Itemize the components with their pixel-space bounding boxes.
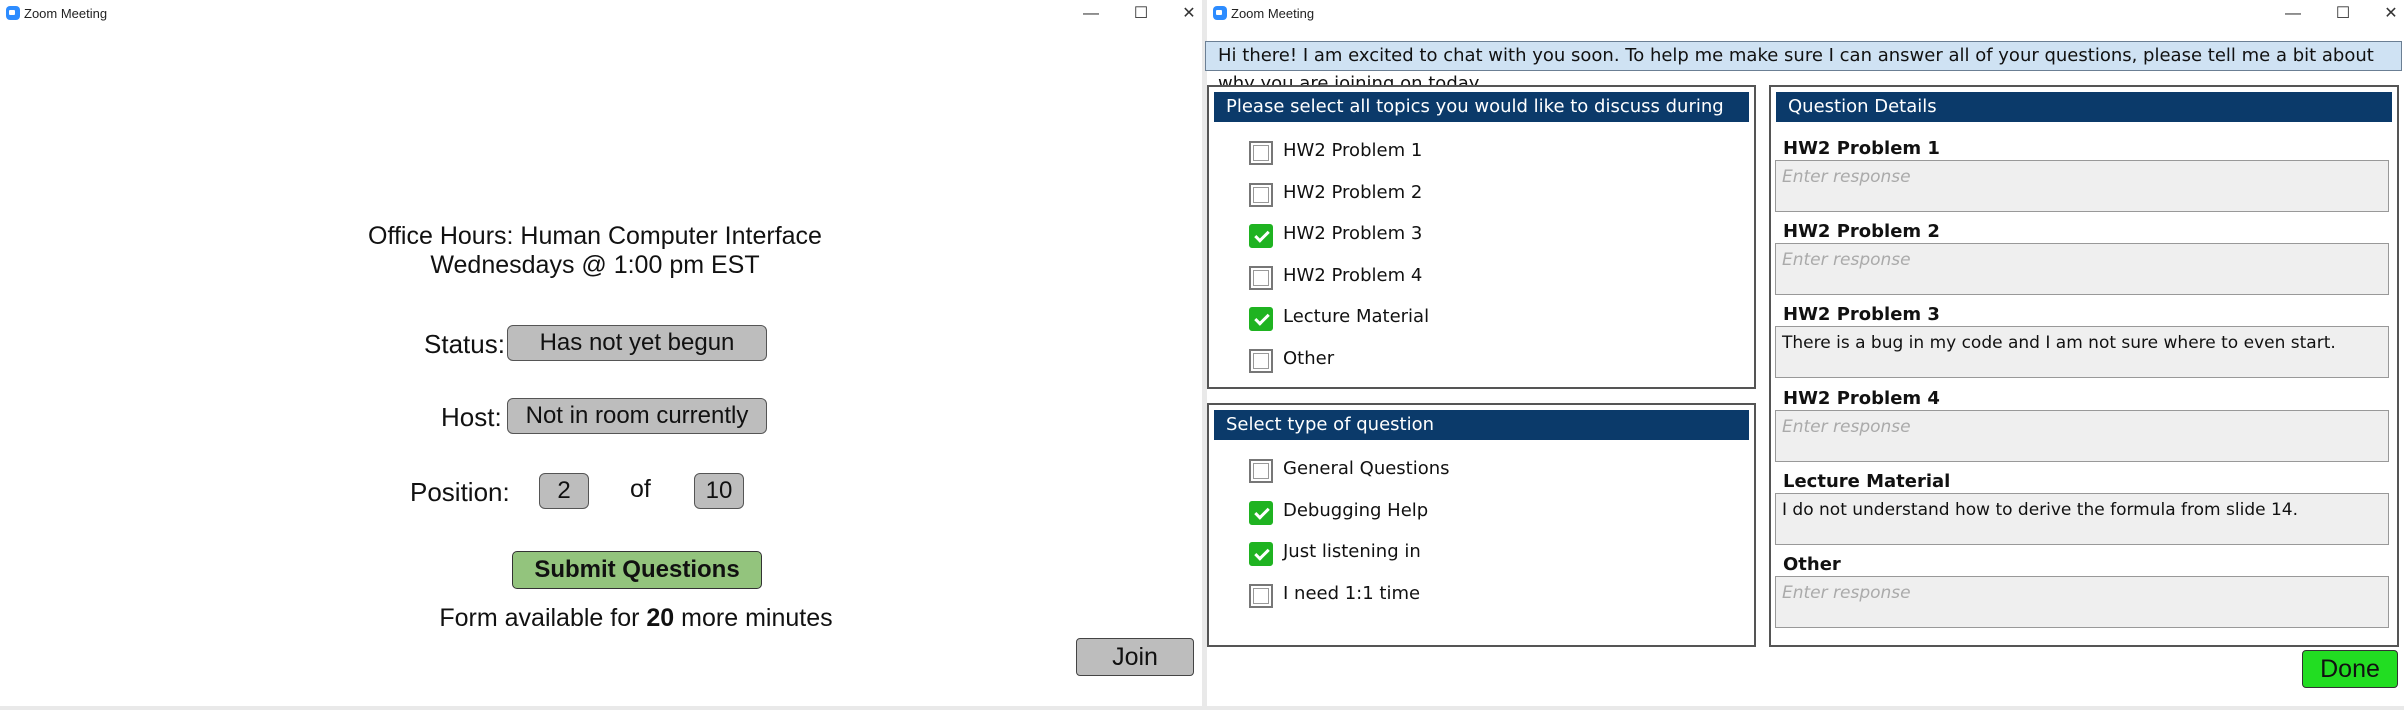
response-input-hw2-problem-2[interactable]: Enter response <box>1775 243 2389 296</box>
host-value: Not in room currently <box>507 398 767 434</box>
checkbox-label: I need 1:1 time <box>1283 582 1421 604</box>
title-bar: Zoom Meeting — ☐ ✕ <box>0 0 1202 28</box>
position-of-text: of <box>630 475 651 503</box>
checked-checkbox-icon[interactable] <box>1249 307 1273 332</box>
close-button[interactable]: ✕ <box>1176 2 1202 26</box>
detail-title-lecture-material: Lecture Material <box>1783 470 1951 492</box>
title-bar: Zoom Meeting — ☐ ✕ <box>1207 0 2404 28</box>
window-title: Zoom Meeting <box>1231 6 1315 21</box>
unchecked-checkbox-icon[interactable] <box>1249 141 1273 165</box>
question-details-panel-header: Question Details <box>1776 92 2392 122</box>
zoom-waiting-window: Zoom Meeting — ☐ ✕ Office Hours: Human C… <box>0 0 1202 706</box>
checkbox-label: Just listening in <box>1283 541 1421 563</box>
question-type-panel-header: Select type of question <box>1214 410 1749 440</box>
detail-title-hw2-problem-3: HW2 Problem 3 <box>1783 304 1940 326</box>
office-hours-schedule: Wednesdays @ 1:00 pm EST <box>430 251 760 279</box>
checkbox-label: HW2 Problem 3 <box>1283 223 1423 245</box>
unchecked-checkbox-icon[interactable] <box>1249 349 1273 373</box>
minimize-button[interactable]: — <box>2280 2 2306 26</box>
response-input-hw2-problem-3[interactable]: There is a bug in my code and I am not s… <box>1775 326 2389 379</box>
done-button[interactable]: Done <box>2302 650 2398 688</box>
question-type-panel: Select type of question General Question… <box>1207 403 1756 647</box>
status-value: Has not yet begun <box>507 325 767 361</box>
checkbox-label: Debugging Help <box>1283 499 1429 521</box>
topics-panel-header: Please select all topics you would like … <box>1214 92 1749 147</box>
welcome-banner: Hi there! I am excited to chat with you … <box>1205 41 2402 94</box>
checkbox-label: Other <box>1283 348 1335 369</box>
unchecked-checkbox-icon[interactable] <box>1249 182 1273 207</box>
position-label: Position: <box>410 477 510 507</box>
unchecked-checkbox-icon[interactable] <box>1249 265 1273 290</box>
checked-checkbox-icon[interactable] <box>1249 500 1273 525</box>
checkbox-label: Lecture Material <box>1283 306 1430 328</box>
unchecked-checkbox-icon[interactable] <box>1249 459 1273 483</box>
checkbox-label: HW2 Problem 4 <box>1283 264 1423 286</box>
detail-title-hw2-problem-2: HW2 Problem 2 <box>1783 221 1940 243</box>
maximize-button[interactable]: ☐ <box>2330 2 2356 26</box>
checkbox-label: General Questions <box>1283 458 1450 479</box>
checkbox-label: HW2 Problem 2 <box>1283 181 1423 203</box>
response-input-other[interactable]: Enter response <box>1775 576 2389 628</box>
form-availability-prefix: Form available for <box>439 604 640 632</box>
join-button[interactable]: Join <box>1076 638 1194 676</box>
queue-position: 2 <box>539 473 589 509</box>
form-minutes-remaining: 20 <box>646 604 675 632</box>
checked-checkbox-icon[interactable] <box>1249 224 1273 249</box>
detail-title-hw2-problem-1: HW2 Problem 1 <box>1783 138 1940 159</box>
form-availability-text: Form available for 20 more minutes <box>0 604 1272 633</box>
zoom-app-icon <box>1213 6 1227 20</box>
question-details-panel: Question Details HW2 Problem 1 Enter resp… <box>1769 85 2399 647</box>
form-availability-suffix: more minutes <box>681 604 833 632</box>
response-input-hw2-problem-1[interactable]: Enter response <box>1775 160 2389 212</box>
zoom-app-icon <box>6 6 20 20</box>
submit-questions-button[interactable]: Submit Questions <box>512 551 762 589</box>
office-hours-title: Office Hours: Human Computer Interface <box>368 222 822 250</box>
minimize-button[interactable]: — <box>1078 2 1104 26</box>
checkbox-label: HW2 Problem 1 <box>1283 140 1423 161</box>
queue-total: 10 <box>694 473 744 509</box>
checked-checkbox-icon[interactable] <box>1249 542 1273 567</box>
close-button[interactable]: ✕ <box>2378 2 2404 26</box>
detail-title-other: Other <box>1783 554 1841 575</box>
window-title: Zoom Meeting <box>24 6 108 21</box>
response-input-hw2-problem-4[interactable]: Enter response <box>1775 409 2389 462</box>
maximize-button[interactable]: ☐ <box>1128 2 1154 26</box>
detail-title-hw2-problem-4: HW2 Problem 4 <box>1783 387 1940 409</box>
status-label: Status: <box>424 329 505 359</box>
host-label: Host: <box>441 402 502 432</box>
unchecked-checkbox-icon[interactable] <box>1249 583 1273 608</box>
response-input-lecture-material[interactable]: I do not understand how to derive the fo… <box>1775 492 2389 545</box>
topics-panel: Please select all topics you would like … <box>1207 85 1756 389</box>
